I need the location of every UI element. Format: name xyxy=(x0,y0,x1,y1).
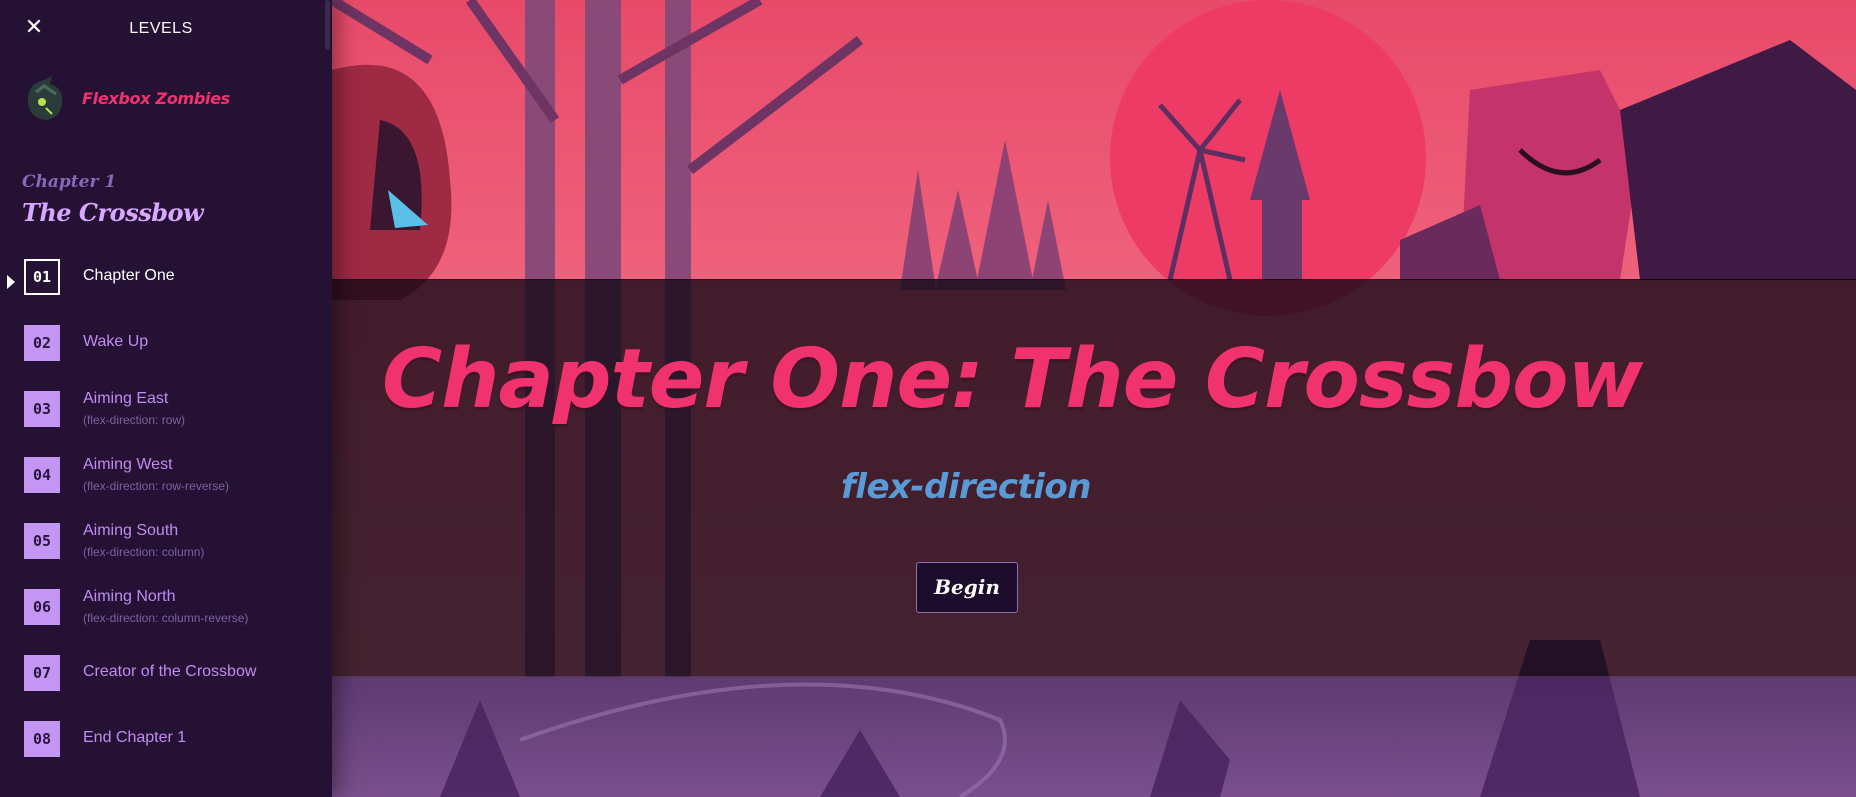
zombie-logo-icon xyxy=(27,76,63,120)
level-sublabel: (flex-direction: column) xyxy=(83,545,205,559)
level-item-05[interactable]: 05 Aiming South (flex-direction: column) xyxy=(0,522,330,572)
chapter-banner: Chapter One: The Crossbow flex-direction… xyxy=(332,279,1856,677)
level-number: 01 xyxy=(24,259,60,295)
current-level-arrow-icon xyxy=(7,275,15,289)
chapter-name: The Crossbow xyxy=(22,198,204,227)
level-label: Wake Up xyxy=(83,333,149,350)
level-item-06[interactable]: 06 Aiming North (flex-direction: column-… xyxy=(0,588,330,638)
level-item-04[interactable]: 04 Aiming West (flex-direction: row-reve… xyxy=(0,456,330,506)
level-number: 08 xyxy=(24,721,60,757)
brand-link[interactable]: Flexbox Zombies xyxy=(22,74,230,122)
level-sublabel: (flex-direction: column-reverse) xyxy=(83,611,249,625)
sidebar-title: LEVELS xyxy=(129,20,193,37)
level-sublabel: (flex-direction: row) xyxy=(83,413,186,427)
level-label: Aiming West xyxy=(83,456,173,473)
level-number: 04 xyxy=(24,457,60,493)
brand-name: Flexbox Zombies xyxy=(82,88,231,108)
level-label: Chapter One xyxy=(83,267,175,284)
level-item-01[interactable]: 01 Chapter One xyxy=(0,258,330,308)
level-label: Aiming North xyxy=(83,588,176,605)
sidebar-scrollbar[interactable] xyxy=(325,0,330,50)
level-item-08[interactable]: 08 End Chapter 1 xyxy=(0,720,330,770)
level-label: Aiming South xyxy=(83,522,179,539)
level-item-02[interactable]: 02 Wake Up xyxy=(0,324,330,374)
level-label: Creator of the Crossbow xyxy=(83,663,257,680)
chapter-title: Chapter One: The Crossbow xyxy=(382,332,1643,427)
level-number: 06 xyxy=(24,589,60,625)
level-item-03[interactable]: 03 Aiming East (flex-direction: row) xyxy=(0,390,330,440)
begin-button[interactable]: Begin xyxy=(916,562,1018,613)
level-sublabel: (flex-direction: row-reverse) xyxy=(83,479,230,493)
chapter-topic: flex-direction xyxy=(841,467,1092,507)
level-number: 05 xyxy=(24,523,60,559)
level-number: 02 xyxy=(24,325,60,361)
level-number: 03 xyxy=(24,391,60,427)
levels-sidebar: ✕ LEVELS Flexbox Zombies Chapter 1 The C… xyxy=(0,0,332,797)
level-item-07[interactable]: 07 Creator of the Crossbow xyxy=(0,654,330,704)
chapter-kicker: Chapter 1 xyxy=(22,172,117,192)
level-label: Aiming East xyxy=(83,390,169,407)
level-label: End Chapter 1 xyxy=(83,729,187,746)
level-number: 07 xyxy=(24,655,60,691)
